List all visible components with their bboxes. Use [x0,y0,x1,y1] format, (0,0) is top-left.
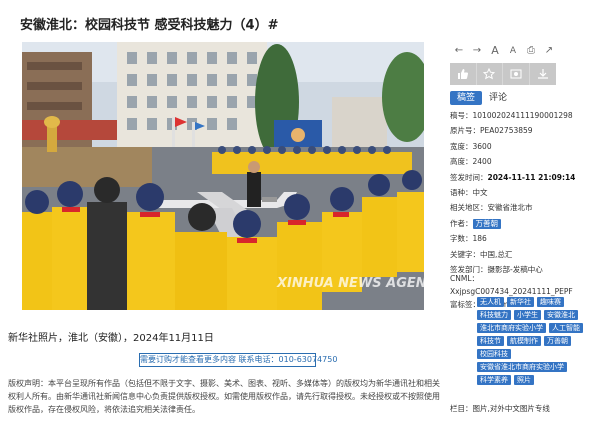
meta-row-height: 高度：2400 [450,157,492,167]
prev-arrow-icon[interactable]: ← [450,44,468,58]
tag-item[interactable]: 科技节 [477,336,504,346]
tag-item[interactable]: 淮北市商府实验小学 [477,323,546,333]
tag-item[interactable]: 无人机 [477,297,504,307]
download-button[interactable] [530,63,557,85]
meta-row-author: 作者： 万善朝 [450,216,600,231]
next-arrow-icon[interactable]: → [468,44,486,58]
print-icon[interactable]: ⎙ [522,44,540,58]
meta-row-release-time: 签发时间：2024-11-11 21:09:14 [450,172,576,182]
tag-item[interactable]: 校园科技 [477,349,511,359]
metadata-list: 稿号：101002024111190001298 原片号：PEA02753859… [450,108,600,277]
thumbs-up-icon [457,69,468,79]
cnml-value-line1: XxjpsgC007434_20241111_PEPF [450,287,573,296]
copyright-notice: 版权声明：本平台呈现所有作品（包括但不限于文字、摄影、美术、图表、视听、多媒体等… [8,379,440,414]
like-button[interactable] [450,63,477,85]
meta-row-keywords: 关键字：中国,总汇 [450,249,513,259]
tag-item[interactable]: 趣味赛 [537,297,564,307]
news-photo[interactable]: XINHUA NEWS AGENCY [22,42,424,310]
info-tabs: 稿签 评论 [450,91,514,105]
cnml-label: CNML： [450,274,479,283]
star-icon [483,68,496,80]
meta-row-original-id: 原片号：PEA02753859 [450,126,533,136]
rich-tags-list: 无人机 新华社 趣味赛 科技魅力 小学生 安徽淮北 淮北市商府实验小学 人工智能… [477,297,600,385]
column-info: 栏目：图片,对外中文图片专线 [450,404,550,413]
page-title: 安徽淮北：校园科技节 感受科技魅力（4）# [20,18,279,33]
tag-item[interactable]: 照片 [514,375,534,385]
meta-row-width: 宽度：3600 [450,141,492,151]
tag-item[interactable]: 安徽淮北 [544,310,578,320]
rich-tags-label: 富标签： [450,300,480,309]
tag-item[interactable]: 新华社 [507,297,534,307]
image-icon [510,69,522,79]
photo-caption: 新华社照片，淮北（安徽），2024年11月11日 [8,333,214,344]
tag-item[interactable]: 人工智能 [549,323,583,333]
order-contact-notice[interactable]: 需要订购才能查看更多内容 联系电话：010-63074750 [139,353,337,367]
tag-item[interactable]: 科技魅力 [477,310,511,320]
tag-item[interactable]: 万善朝 [544,336,571,346]
watermark-text: XINHUA NEWS AGENCY [276,276,424,291]
font-larger-icon[interactable]: A [486,44,504,58]
toolbar: ← → A A ⎙ ↗ [450,44,558,58]
action-bar [450,63,556,85]
author-link[interactable]: 万善朝 [472,218,501,229]
meta-row-language: 语种：中文 [450,188,488,198]
font-smaller-icon[interactable]: A [504,44,522,58]
meta-row-id: 稿号：101002024111190001298 [450,111,573,120]
meta-row-word-count: 字数：186 [450,234,487,244]
tab-comments[interactable]: 评论 [482,91,514,105]
tag-item[interactable]: 安徽省淮北市商府实验小学 [477,362,567,372]
tab-manuscript-label[interactable]: 稿签 [450,91,483,105]
tag-item[interactable]: 航模制作 [507,336,541,346]
download-icon [537,69,548,79]
favorite-button[interactable] [477,63,503,85]
picture-button[interactable] [503,63,530,85]
tag-item[interactable]: 科学素养 [477,375,511,385]
meta-row-region: 相关地区：安徽省淮北市 [450,203,533,213]
share-icon[interactable]: ↗ [540,44,558,58]
photo-image: XINHUA NEWS AGENCY [22,42,424,310]
tag-item[interactable]: 小学生 [514,310,541,320]
